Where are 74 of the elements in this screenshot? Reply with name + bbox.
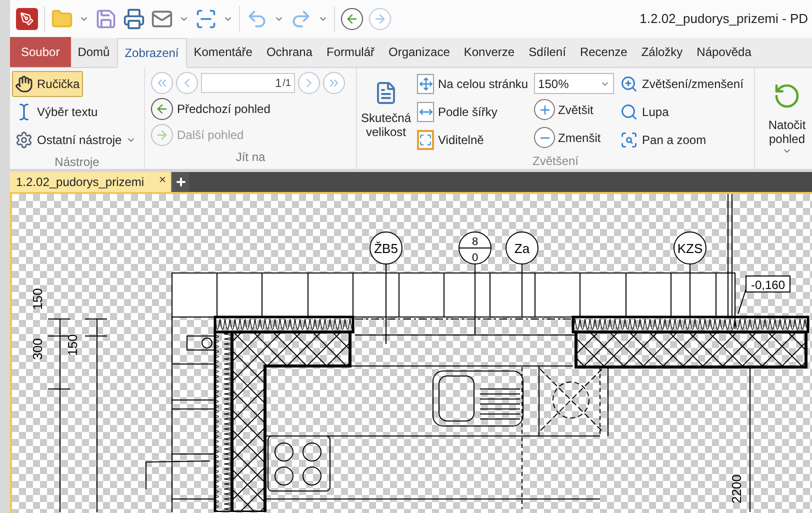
settings-icon <box>15 131 33 149</box>
minus-icon <box>534 127 556 148</box>
menu-tab[interactable]: Zobrazení <box>116 38 187 68</box>
page-number-field[interactable]: 1/1 <box>201 73 295 93</box>
arrow-right-icon <box>155 128 169 142</box>
group-label: Jít na <box>234 149 266 166</box>
zoom-combo[interactable]: 150% <box>534 73 614 94</box>
back-button[interactable] <box>341 8 363 30</box>
fit-button[interactable]: Viditelně <box>417 127 528 152</box>
forward-button[interactable] <box>369 8 391 30</box>
scanner-icon[interactable] <box>195 8 217 30</box>
app-logo-icon[interactable] <box>16 8 38 30</box>
magnifier-icon <box>620 102 638 120</box>
close-icon[interactable] <box>158 175 168 184</box>
page-search-icon <box>620 130 638 148</box>
callout-label: KZS <box>677 241 703 256</box>
fit-button[interactable]: Na celou stránku <box>417 71 528 96</box>
document-tab[interactable]: 1.2.02_pudorys_prizemi <box>10 172 172 192</box>
rotate-view-button[interactable]: Natočit pohled <box>755 68 811 169</box>
actual-size-button[interactable]: Skutečná velikost <box>361 71 411 152</box>
menu-tab[interactable]: Domů <box>70 37 117 67</box>
previous-page-button[interactable] <box>176 72 198 94</box>
redo-icon[interactable] <box>290 8 312 30</box>
menu-tab[interactable]: Komentáře <box>186 37 260 67</box>
dimension-label: 300 <box>30 338 45 360</box>
hand-icon <box>15 75 33 93</box>
zoom-icon <box>620 74 638 92</box>
menu-tab[interactable]: Recenze <box>572 37 634 67</box>
zoom-step-button[interactable]: Zmenšit <box>534 125 614 150</box>
zoom-tool-button[interactable]: Zvětšení/zmenšení <box>620 71 744 96</box>
group-label: Nástroje <box>54 154 100 171</box>
last-page-button[interactable] <box>323 72 345 94</box>
folder-icon[interactable] <box>51 8 73 30</box>
dimension-label: 2200 <box>729 474 744 504</box>
page-fit-icon <box>417 74 434 94</box>
zoom-tool-button[interactable]: Pan a zoom <box>620 127 744 152</box>
tool-button[interactable]: Výběr textu <box>12 99 101 125</box>
next-page-button[interactable] <box>298 72 320 94</box>
save-icon[interactable] <box>95 8 117 30</box>
menu-tab[interactable]: Nápověda <box>690 37 758 67</box>
page-fit-icon <box>417 130 434 150</box>
plus-icon <box>534 99 556 120</box>
view-nav-button[interactable]: Předchozí pohled <box>151 98 350 120</box>
tool-button[interactable]: Ručička <box>12 71 83 97</box>
group-label: Zvětšení <box>531 153 580 170</box>
page-fit-icon <box>417 102 434 122</box>
page-icon <box>374 81 398 105</box>
tool-button[interactable]: Ostatní nástroje <box>12 127 139 153</box>
mail-icon[interactable] <box>151 8 173 30</box>
arrow-left-icon <box>155 102 169 116</box>
level-label: -0,160 <box>750 278 786 292</box>
window-title: 1.2.02_pudorys_prizemi - PD <box>640 10 808 28</box>
zoom-step-button[interactable]: Zvětšit <box>534 97 614 122</box>
undo-icon[interactable] <box>246 8 268 30</box>
menu-tab[interactable]: Záložky <box>634 37 690 67</box>
callout-label: 0 <box>472 252 478 264</box>
zoom-tool-button[interactable]: Lupa <box>620 99 744 124</box>
first-page-button[interactable] <box>151 72 173 94</box>
dimension-label: 150 <box>30 288 45 310</box>
printer-icon[interactable] <box>123 8 145 30</box>
menu-tab[interactable]: Organizace <box>382 37 457 67</box>
plus-icon <box>174 176 187 188</box>
menu-tab[interactable]: Konverze <box>456 37 522 67</box>
callout-label: Za <box>514 241 530 256</box>
rotate-icon <box>773 82 801 110</box>
callout-label: 8 <box>472 236 478 248</box>
menu-tab[interactable]: Ochrana <box>259 37 320 67</box>
menu-tab[interactable]: Formulář <box>319 37 382 67</box>
menu-tab[interactable]: Sdílení <box>522 37 573 67</box>
dimension-label: 150 <box>65 334 80 356</box>
callout-label: ŽB5 <box>374 241 398 256</box>
new-tab-button[interactable] <box>171 172 190 192</box>
fit-button[interactable]: Podle šířky <box>417 99 528 124</box>
menu-tab[interactable]: Soubor <box>10 37 71 67</box>
